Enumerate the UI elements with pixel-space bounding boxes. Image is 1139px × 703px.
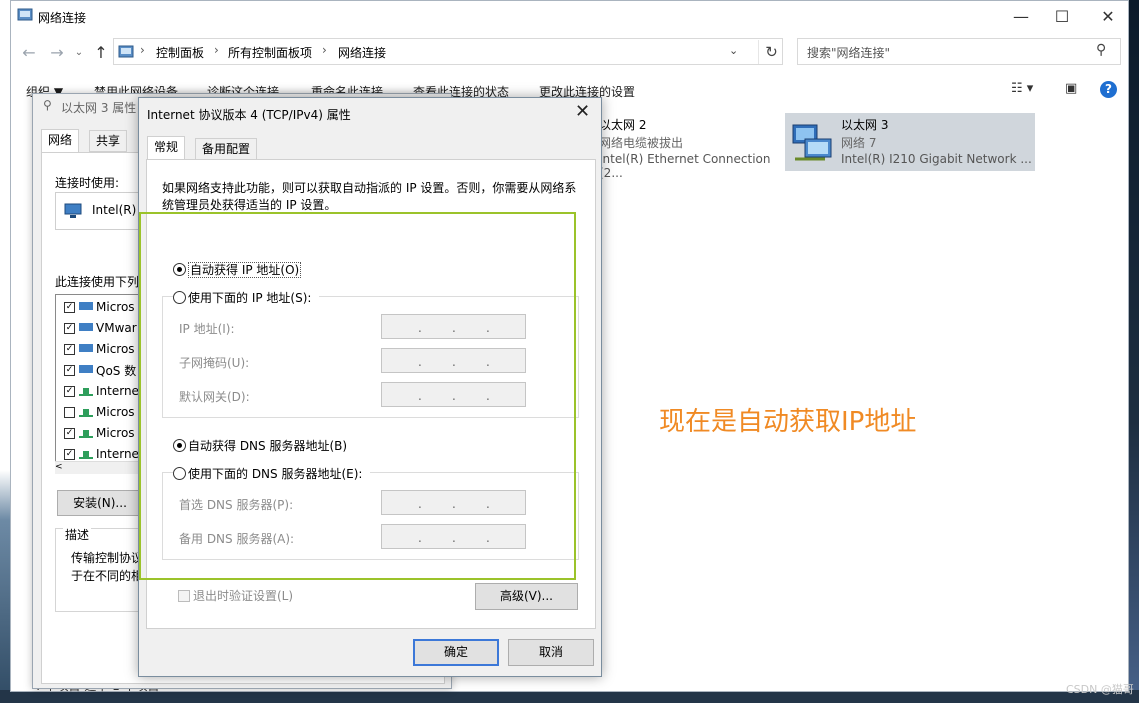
minimize-icon: — (1013, 7, 1029, 26)
up-arrow-icon: ↑ (94, 42, 108, 62)
address-dropdown-icon[interactable]: ⌄ (729, 44, 738, 57)
list-item[interactable]: Micros (64, 402, 135, 422)
connect-using-label: 连接时使用: (55, 176, 120, 190)
checkbox[interactable]: ✓ (64, 301, 75, 313)
install-button[interactable]: 安装(N)... (57, 490, 143, 516)
back-button[interactable]: ← (17, 41, 41, 63)
control-panel-icon (118, 45, 134, 58)
watermark: CSDN @猫哥 (1066, 683, 1134, 696)
checkbox[interactable]: ✓ (64, 322, 75, 334)
intro-text: 如果网络支持此功能，则可以获取自动指派的 IP 设置。否则，你需要从网络系统管理… (162, 181, 577, 212)
network-client-icon (79, 302, 93, 310)
protocol-icon (79, 430, 93, 438)
up-button[interactable]: ↑ (89, 41, 113, 63)
address-row: ← → ⌄ ↑ › 控制面板 › 所有控制面板项 › 网络连接 ⌄ ↻ 搜索"网… (11, 33, 1128, 71)
minimize-button[interactable]: — (998, 1, 1044, 32)
refresh-icon: ↻ (765, 43, 778, 61)
tab-sharing[interactable]: 共享 (89, 130, 128, 152)
advanced-button[interactable]: 高级(V)... (475, 583, 578, 610)
items-label: 此连接使用下列 (55, 275, 140, 289)
adapter-ethernet-3[interactable]: 以太网 3 网络 7 Intel(R) I210 Gigabit Network… (785, 113, 1035, 171)
breadcrumb-separator: › (214, 43, 219, 57)
tab-network[interactable]: 网络 (41, 129, 80, 153)
forward-arrow-icon: → (50, 42, 64, 62)
network-client-icon (79, 323, 93, 331)
close-button[interactable]: ✕ (1085, 1, 1131, 32)
cancel-button[interactable]: 取消 (508, 639, 594, 666)
network-client-icon (79, 365, 93, 373)
dialog-title: Internet 协议版本 4 (TCP/IPv4) 属性 (147, 108, 351, 122)
protocol-icon (79, 388, 93, 396)
list-item[interactable]: ✓ Micros (64, 339, 135, 359)
breadcrumb-all-items[interactable]: 所有控制面板项 (228, 44, 312, 61)
title-bar: 网络连接 — ☐ ✕ (11, 1, 1128, 32)
list-item[interactable]: ✓ VMwar (64, 318, 137, 338)
protocol-icon (79, 451, 93, 459)
protocol-icon (79, 409, 93, 417)
highlight-box (139, 212, 576, 580)
adapter-device: Intel(R) Ethernet Connection (2... (599, 152, 771, 180)
breadcrumb-separator: › (140, 43, 145, 57)
validate-checkbox: 退出时验证设置(L) (178, 587, 293, 604)
ipv4-properties-dialog: Internet 协议版本 4 (TCP/IPv4) 属性 ✕ 常规 备用配置 … (138, 97, 602, 677)
checkbox-icon (178, 590, 190, 602)
annotation-text: 现在是自动获取IP地址 (659, 407, 917, 437)
description-line: 于在不同的相 (71, 569, 144, 583)
dialog-title: 以太网 3 属性 (61, 101, 137, 115)
description-line: 传输控制协议 (71, 551, 144, 565)
network-client-icon (79, 344, 93, 352)
list-item[interactable]: ✓ QoS 数 (64, 360, 136, 380)
scroll-left-icon[interactable]: < (55, 462, 63, 472)
address-bar[interactable]: › 控制面板 › 所有控制面板项 › 网络连接 ⌄ ↻ (113, 38, 783, 65)
breadcrumb-network-connections[interactable]: 网络连接 (338, 44, 386, 61)
checkbox[interactable]: ✓ (64, 427, 75, 439)
maximize-button[interactable]: ☐ (1039, 1, 1085, 32)
checkbox[interactable] (64, 406, 75, 418)
list-item[interactable]: ✓ Micros (64, 423, 135, 443)
checkbox[interactable]: ✓ (64, 343, 75, 355)
adapter-status: 网络电缆被拔出 (599, 136, 684, 150)
search-placeholder: 搜索"网络连接" (807, 46, 891, 60)
close-icon: ✕ (1101, 7, 1115, 26)
desktop-background-right (1129, 0, 1139, 703)
breadcrumb-separator: › (322, 43, 327, 57)
list-item[interactable]: ✓ Interne (64, 381, 139, 401)
help-icon[interactable]: ? (1100, 81, 1117, 98)
checkbox[interactable]: ✓ (64, 364, 75, 376)
search-icon: ⚲ (1096, 42, 1107, 58)
preview-pane-icon[interactable]: ▣ (1065, 81, 1077, 96)
adapter-device: Intel(R) I210 Gigabit Network ... (841, 152, 1032, 166)
network-adapter-icon (792, 124, 832, 161)
adapter-short-name: Intel(R) (92, 203, 137, 217)
breadcrumb-control-panel[interactable]: 控制面板 (156, 44, 204, 61)
checkbox[interactable]: ✓ (64, 448, 75, 460)
adapter-status: 网络 7 (841, 136, 877, 150)
recent-locations-button[interactable]: ⌄ (67, 41, 91, 63)
adapter-name: 以太网 3 (841, 118, 889, 132)
view-options-icon[interactable]: ☷ ▾ (1011, 81, 1033, 96)
adapter-name: 以太网 2 (599, 118, 647, 132)
tab-alternate-configuration[interactable]: 备用配置 (195, 138, 258, 160)
forward-button[interactable]: → (45, 41, 69, 63)
desktop-background-left (0, 0, 10, 703)
window-title: 网络连接 (38, 11, 87, 25)
search-input[interactable]: 搜索"网络连接" ⚲ (797, 38, 1121, 65)
maximize-icon: ☐ (1054, 7, 1070, 26)
close-icon[interactable]: ✕ (575, 101, 590, 122)
tab-general[interactable]: 常规 (147, 136, 186, 160)
list-item[interactable]: ✓ Micros (64, 297, 135, 317)
adapter-icon: ⚲ (43, 98, 52, 112)
back-arrow-icon: ← (22, 42, 36, 62)
description-label: 描述 (63, 526, 92, 543)
network-folder-icon (17, 8, 33, 21)
refresh-button[interactable]: ↻ (758, 40, 784, 64)
checkbox[interactable]: ✓ (64, 385, 75, 397)
chevron-down-icon: ⌄ (74, 46, 84, 58)
ok-button[interactable]: 确定 (413, 639, 499, 666)
monitor-icon (64, 203, 82, 218)
